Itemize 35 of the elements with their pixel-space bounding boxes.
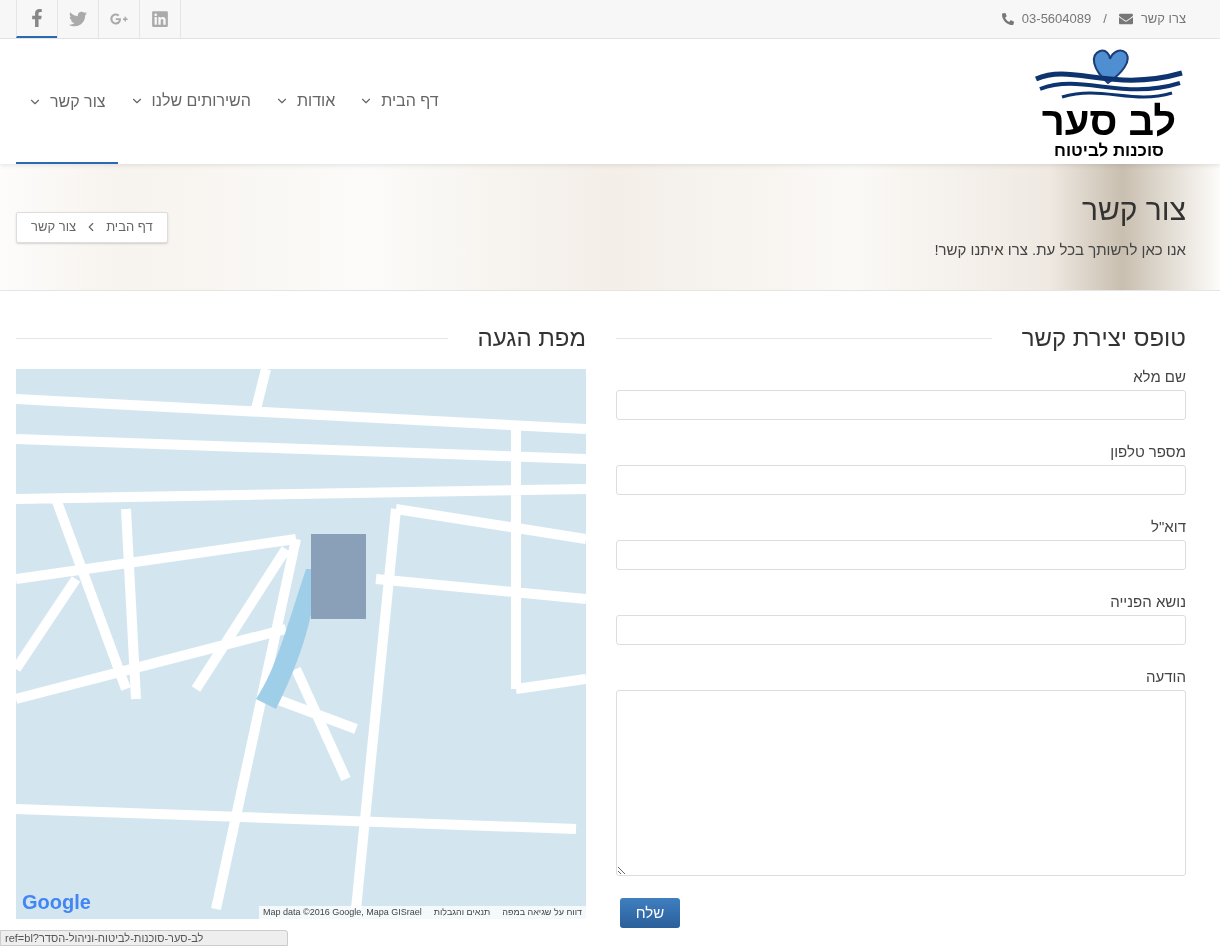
status-url: לב-סער-סוכנות-לביטוח-וניהול-הסדר?ref=bl	[0, 930, 288, 946]
map-attribution: Map data ©2016 Google, Mapa GISrael	[263, 905, 422, 919]
field-label: דוא"ל	[1150, 517, 1186, 537]
input-field[interactable]	[616, 390, 1186, 420]
google-logo: Google	[22, 890, 91, 915]
field-label: הודעה	[1145, 667, 1186, 687]
input-field[interactable]	[616, 465, 1186, 495]
field-label: מספר טלפון	[1109, 442, 1186, 462]
separator-text: /	[1103, 10, 1107, 29]
page-subtitle: אנו כאן לרשותך בכל עת. צרו איתנו קשר!	[934, 239, 1186, 260]
breadcrumb-link[interactable]: דף הבית	[106, 217, 153, 237]
map-link[interactable]: תנאים והגבלות	[433, 905, 491, 919]
input-field[interactable]	[616, 540, 1186, 570]
nav-item[interactable]: דף הבית	[347, 39, 451, 164]
phone-link[interactable]: 03-5604089	[1001, 9, 1092, 29]
nav-item[interactable]: אודות	[262, 39, 348, 164]
envelope-icon	[1118, 12, 1133, 26]
form-title: טופס יצירת קשר	[1021, 323, 1186, 353]
logo-tagline: סוכנות לביטוח	[1054, 140, 1164, 161]
page-title: צור קשר	[1080, 192, 1186, 227]
contact-link[interactable]: צרו קשר	[1118, 9, 1186, 29]
send-button[interactable]: שלח	[620, 898, 680, 928]
logo-name: לב סער	[1041, 100, 1177, 141]
nav-item[interactable]: השירותים שלנו	[117, 39, 263, 164]
phone-icon	[1001, 13, 1014, 25]
linkedin-icon	[151, 10, 169, 28]
breadcrumb-link[interactable]: צור קשר	[31, 217, 77, 237]
twitter-icon	[69, 10, 87, 28]
input-field[interactable]	[616, 615, 1186, 645]
field-label: נושא הפנייה	[1109, 592, 1186, 612]
field-label: שם מלא	[1132, 367, 1186, 387]
logo[interactable]: לב סער סוכנות לביטוח	[1032, 42, 1186, 161]
message-field[interactable]	[616, 690, 1186, 876]
map-link[interactable]: דווח על שגיאה במפה	[502, 905, 582, 919]
map-title: מפת הגעה	[477, 323, 586, 353]
